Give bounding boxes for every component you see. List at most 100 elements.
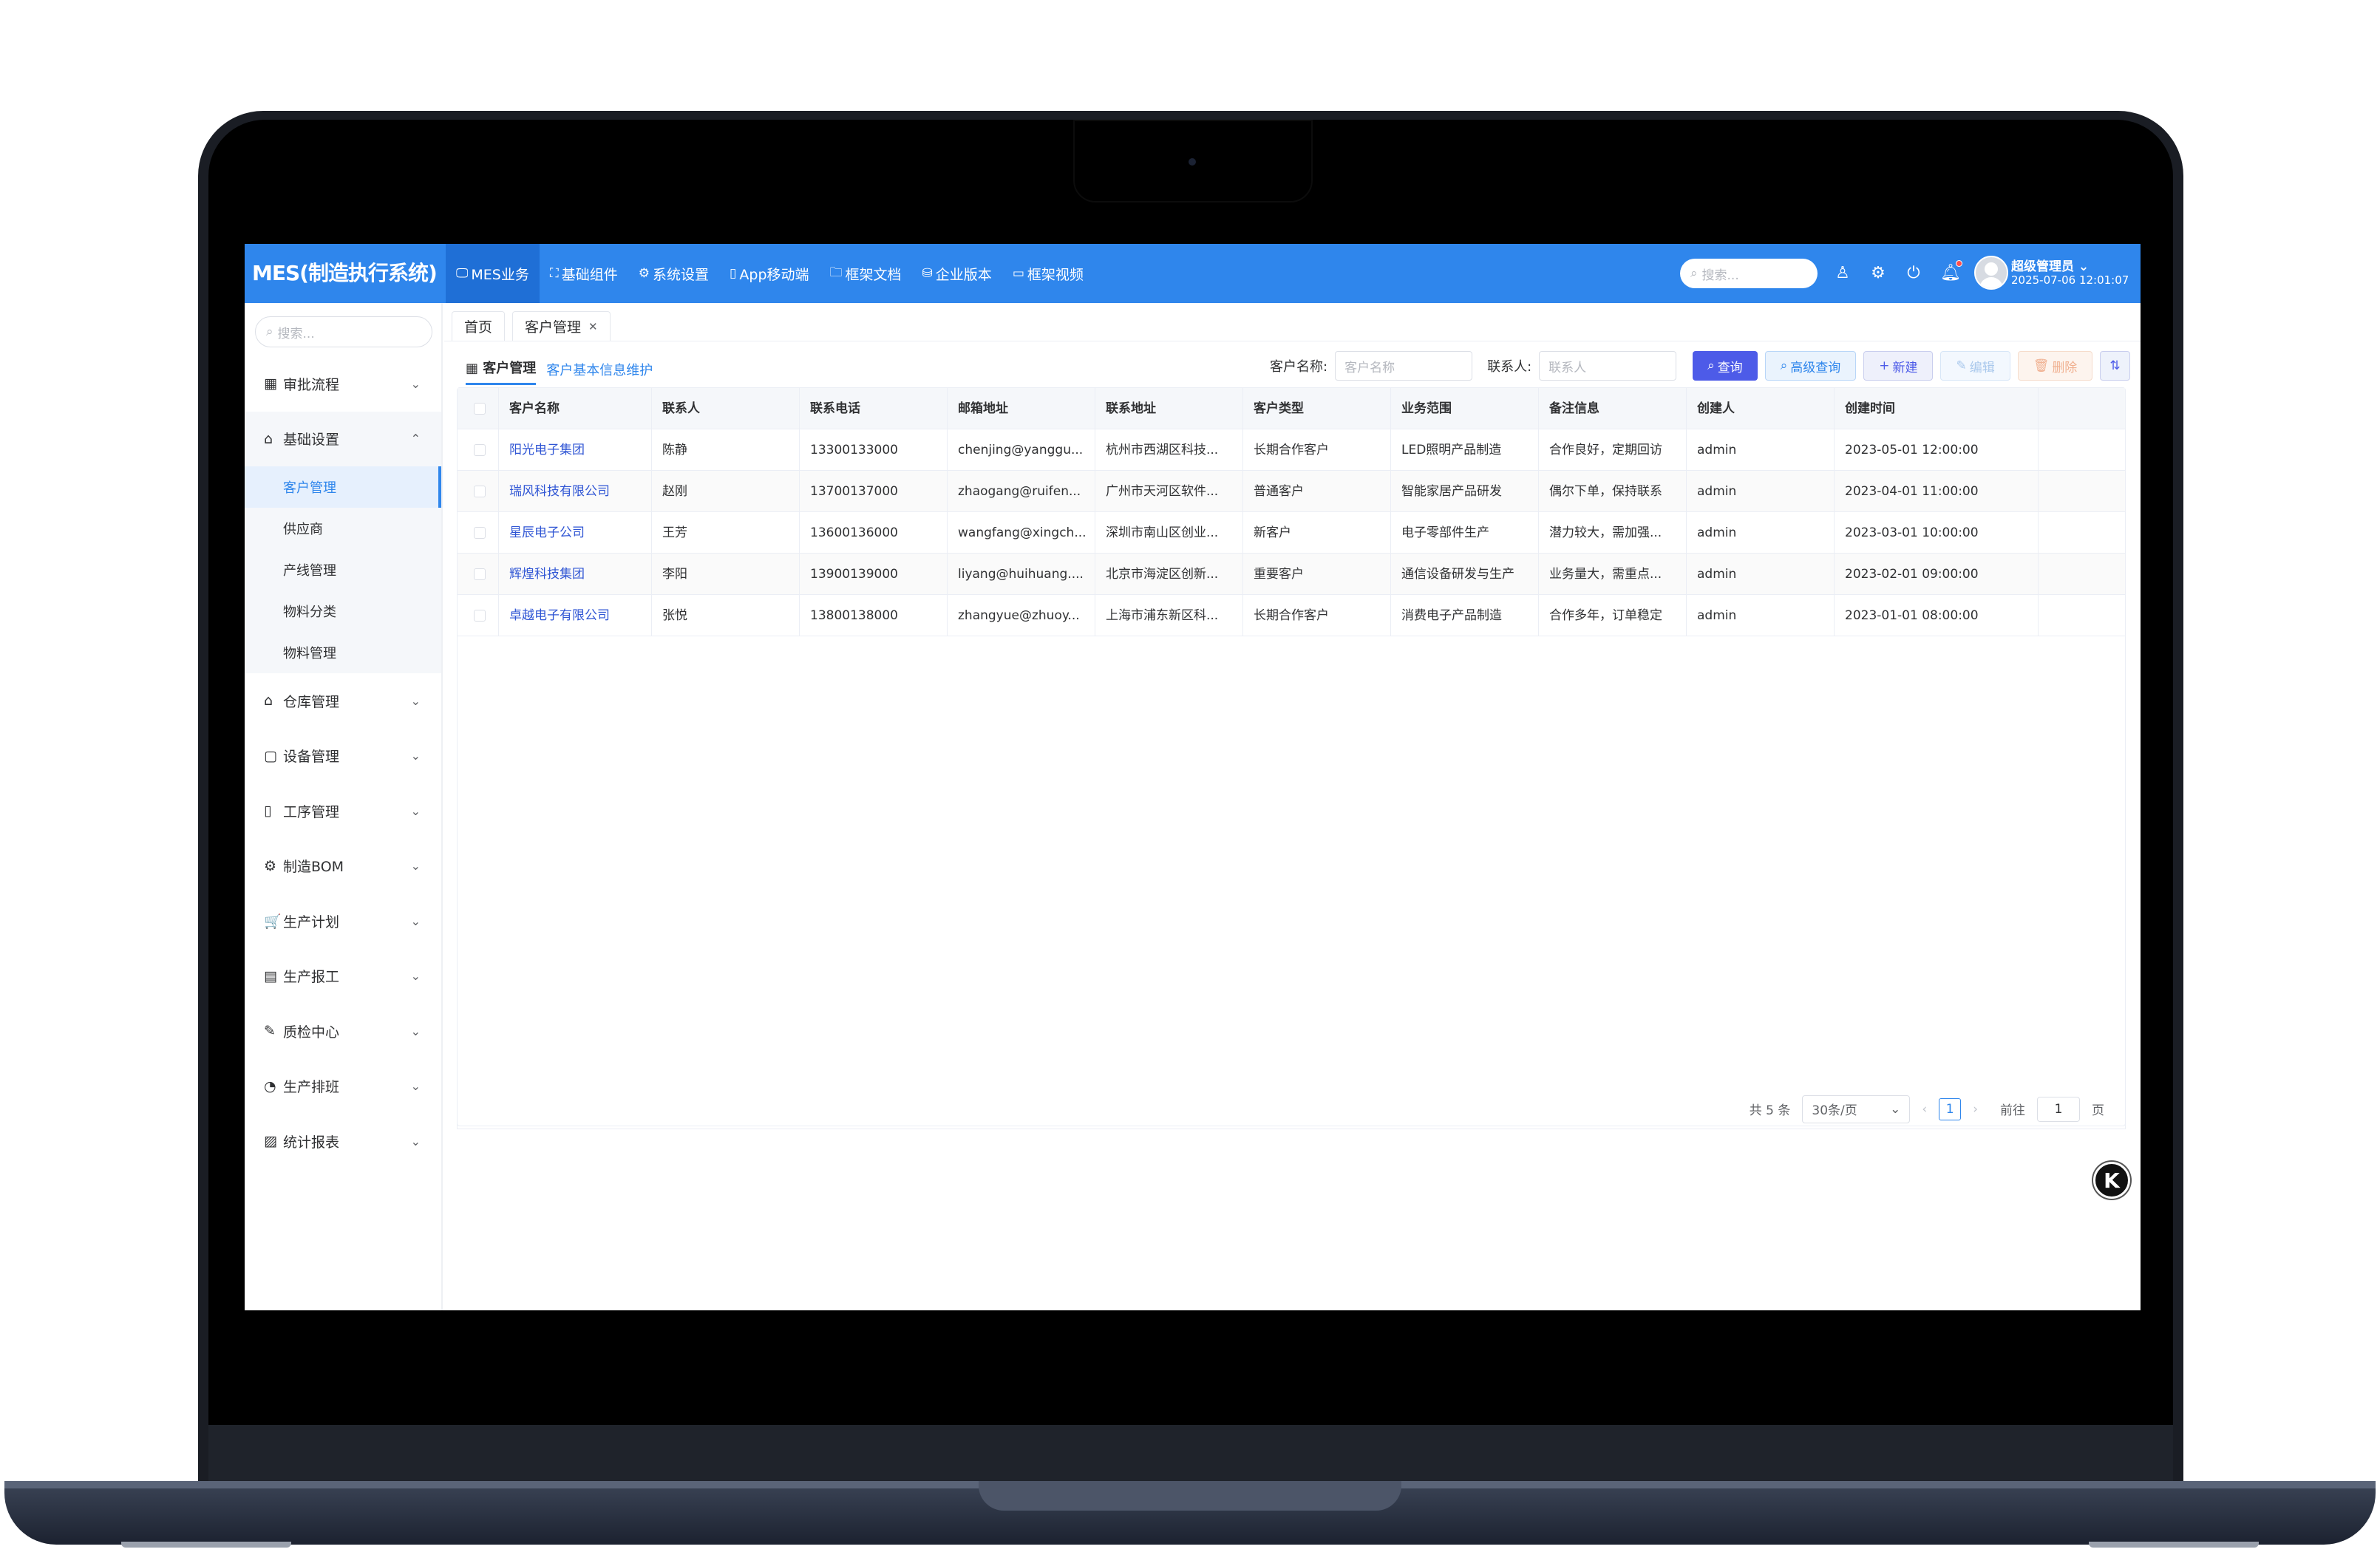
chevron-down-icon: ⌄ bbox=[410, 913, 421, 928]
table-cell: admin bbox=[1687, 471, 1835, 512]
table-cell[interactable]: 卓越电子有限公司 bbox=[499, 595, 652, 636]
header-search-input[interactable]: ⌕ 搜索... bbox=[1680, 259, 1818, 288]
sidebar-item-7[interactable]: ▤ 生产报工 ⌄ bbox=[245, 949, 441, 1004]
search-icon: ⌕ bbox=[1690, 266, 1698, 281]
grid-icon: ▦ bbox=[466, 361, 479, 376]
trash-icon: 🗑︎ bbox=[2033, 358, 2050, 373]
table-cell: 长期合作客户 bbox=[1243, 429, 1391, 471]
edit-button[interactable]: ✎ 编辑 bbox=[1940, 351, 2010, 381]
page-number[interactable]: 1 bbox=[1939, 1097, 1962, 1120]
next-page-icon[interactable]: › bbox=[1973, 1102, 1978, 1117]
query-button[interactable]: ⌕ 查询 bbox=[1693, 351, 1758, 381]
avatar[interactable] bbox=[1974, 256, 2008, 290]
bell-icon[interactable]: 🔔︎ bbox=[1940, 260, 1962, 287]
sidebar-subitem-3[interactable]: 物料分类 bbox=[245, 590, 441, 632]
floating-k-button[interactable]: K bbox=[2093, 1162, 2130, 1199]
table-row[interactable]: 辉煌科技集团 李阳 13900139000 liyang@huihuang.... 北京… bbox=[458, 554, 2125, 595]
table-cell[interactable]: 瑞风科技有限公司 bbox=[499, 471, 652, 512]
checkbox[interactable] bbox=[474, 527, 486, 539]
advanced-query-button[interactable]: ⌕ 高级查询 bbox=[1764, 351, 1857, 381]
laptop-chin bbox=[208, 1425, 2173, 1485]
column-header: 联系人 bbox=[652, 388, 800, 429]
nav-item-5[interactable]: ⛁ 企业版本 bbox=[912, 244, 1002, 303]
chevron-down-icon: ⌄ bbox=[410, 1024, 421, 1038]
nav-item-3[interactable]: ▯ App移动端 bbox=[719, 244, 819, 303]
table-cell: 赵刚 bbox=[652, 471, 800, 512]
nav-item-1[interactable]: ⛶ 基础组件 bbox=[540, 244, 628, 303]
row-checkbox[interactable] bbox=[458, 429, 499, 471]
table-header-row: 客户名称 联系人 联系电话 邮箱地址 联系地址 客户类型 业务范围 备注信息 创建人 创建时间 bbox=[458, 388, 2125, 429]
close-icon[interactable]: ✕ bbox=[588, 320, 598, 333]
sidebar-item-5[interactable]: ⚙ 制造BOM ⌄ bbox=[245, 839, 441, 894]
table-row[interactable]: 阳光电子集团 陈静 13300133000 chenjing@yanggu... 杭州市… bbox=[458, 429, 2125, 471]
customer-name-input[interactable]: 客户名称 bbox=[1335, 351, 1473, 381]
subtab-customer-info[interactable]: 客户基本信息维护 bbox=[546, 360, 653, 385]
house-icon: ⌂ bbox=[264, 692, 273, 709]
gear-icon[interactable]: ⚙ bbox=[1869, 260, 1887, 287]
user-name[interactable]: 超级管理员 ⌄ bbox=[2011, 256, 2089, 274]
goto-page-input[interactable]: 1 bbox=[2037, 1096, 2080, 1122]
power-icon[interactable]: ⏻ bbox=[1905, 260, 1922, 287]
edit-icon: ✎ bbox=[1956, 358, 1967, 373]
main-content: ▦ 客户管理 客户基本信息维护 客户名称: 客户名称 联系人: 联系人 ⌕ 查询 … bbox=[457, 343, 2130, 1310]
table-cell[interactable]: 辉煌科技集团 bbox=[499, 554, 652, 595]
tab-1[interactable]: 客户管理 ✕ bbox=[512, 311, 611, 341]
gear-icon: ⚙ bbox=[264, 857, 277, 874]
nav-item-2[interactable]: ⚙ 系统设置 bbox=[628, 244, 719, 303]
checkbox[interactable] bbox=[474, 568, 486, 580]
sidebar-item-6[interactable]: 🛒 生产计划 ⌄ bbox=[245, 894, 441, 949]
cart-icon: 🛒 bbox=[264, 913, 282, 930]
delete-button[interactable]: 🗑︎ 删除 bbox=[2017, 351, 2093, 381]
sidebar-item-10[interactable]: ▨ 统计报表 ⌄ bbox=[245, 1114, 441, 1169]
nav-item-4[interactable]: 🗀 框架文档 bbox=[820, 244, 912, 303]
table-cell: 普通客户 bbox=[1243, 471, 1391, 512]
sidebar-subitem-1[interactable]: 供应商 bbox=[245, 508, 441, 549]
prev-page-icon[interactable]: ‹ bbox=[1922, 1102, 1927, 1117]
table-cell: 王芳 bbox=[652, 512, 800, 554]
sidebar-item-3[interactable]: ▢ 设备管理 ⌄ bbox=[245, 729, 441, 784]
table-cell: admin bbox=[1687, 512, 1835, 554]
table-cell: zhaogang@ruifen... bbox=[948, 471, 1095, 512]
laptop-foot-right bbox=[2089, 1542, 2259, 1548]
column-header: 客户名称 bbox=[499, 388, 652, 429]
table-cell[interactable]: 星辰电子公司 bbox=[499, 512, 652, 554]
sidebar-item-4[interactable]: ▯ 工序管理 ⌄ bbox=[245, 783, 441, 839]
sidebar-item-8[interactable]: ✎ 质检中心 ⌄ bbox=[245, 1004, 441, 1059]
nav-item-6[interactable]: ▭ 框架视频 bbox=[1002, 244, 1094, 303]
page-size-select[interactable]: 30条/页 ⌄ bbox=[1802, 1095, 1911, 1123]
checkbox[interactable] bbox=[474, 403, 486, 415]
checkbox[interactable] bbox=[474, 486, 486, 497]
sidebar-search-input[interactable]: ⌕ 搜索... bbox=[255, 316, 432, 347]
sidebar-item-0[interactable]: ▦ 审批流程 ⌄ bbox=[245, 356, 441, 412]
sidebar-item-1[interactable]: ⌂ 基础设置 ⌃ bbox=[245, 411, 441, 466]
sidebar-subitem-2[interactable]: 产线管理 bbox=[245, 549, 441, 590]
sidebar-item-9[interactable]: ◔ 生产排班 ⌄ bbox=[245, 1059, 441, 1114]
chevron-down-icon: ⌄ bbox=[1890, 1101, 1901, 1117]
table-row[interactable]: 星辰电子公司 王芳 13600136000 wangfang@xingch... 深圳市… bbox=[458, 512, 2125, 554]
nav-item-0[interactable]: 🖵 MES业务 bbox=[446, 244, 540, 303]
table-row[interactable]: 卓越电子有限公司 张悦 13800138000 zhangyue@zhuoy... 上海… bbox=[458, 595, 2125, 636]
row-checkbox[interactable] bbox=[458, 554, 499, 595]
user-icon[interactable]: ♙ bbox=[1834, 260, 1852, 287]
row-checkbox[interactable] bbox=[458, 512, 499, 554]
sidebar-subitem-4[interactable]: 物料管理 bbox=[245, 632, 441, 673]
sidebar-item-2[interactable]: ⌂ 仓库管理 ⌄ bbox=[245, 673, 441, 729]
row-checkbox[interactable] bbox=[458, 388, 499, 429]
sidebar-subitem-0[interactable]: 客户管理 bbox=[245, 466, 441, 508]
row-checkbox[interactable] bbox=[458, 471, 499, 512]
sidebar: ⌕ 搜索... ▦ 审批流程 ⌄ ⌂ 基础设置 ⌃ 客户管理 供应商 产线管理 物料分类 物料管理 ⌂… bbox=[245, 303, 443, 1310]
row-checkbox[interactable] bbox=[458, 595, 499, 636]
page-suffix: 页 bbox=[2092, 1103, 2104, 1118]
new-button[interactable]: + 新建 bbox=[1863, 351, 1934, 381]
table-cell: wangfang@xingch... bbox=[948, 512, 1095, 554]
table-cell[interactable]: 阳光电子集团 bbox=[499, 429, 652, 471]
tab-0[interactable]: 首页 bbox=[452, 311, 506, 341]
subtab-customer-management[interactable]: ▦ 客户管理 bbox=[466, 358, 537, 385]
checkbox[interactable] bbox=[474, 444, 486, 456]
contact-input[interactable]: 联系人 bbox=[1539, 351, 1677, 381]
table-cell: 智能家居产品研发 bbox=[1391, 471, 1539, 512]
table-row[interactable]: 瑞风科技有限公司 赵刚 13700137000 zhaogang@ruifen... 广… bbox=[458, 471, 2125, 512]
checkbox[interactable] bbox=[474, 610, 486, 622]
sort-button[interactable]: ⇅ bbox=[2100, 351, 2130, 381]
header-tools: ♙ ⚙ ⏻ 🔔︎ bbox=[1834, 260, 1962, 287]
